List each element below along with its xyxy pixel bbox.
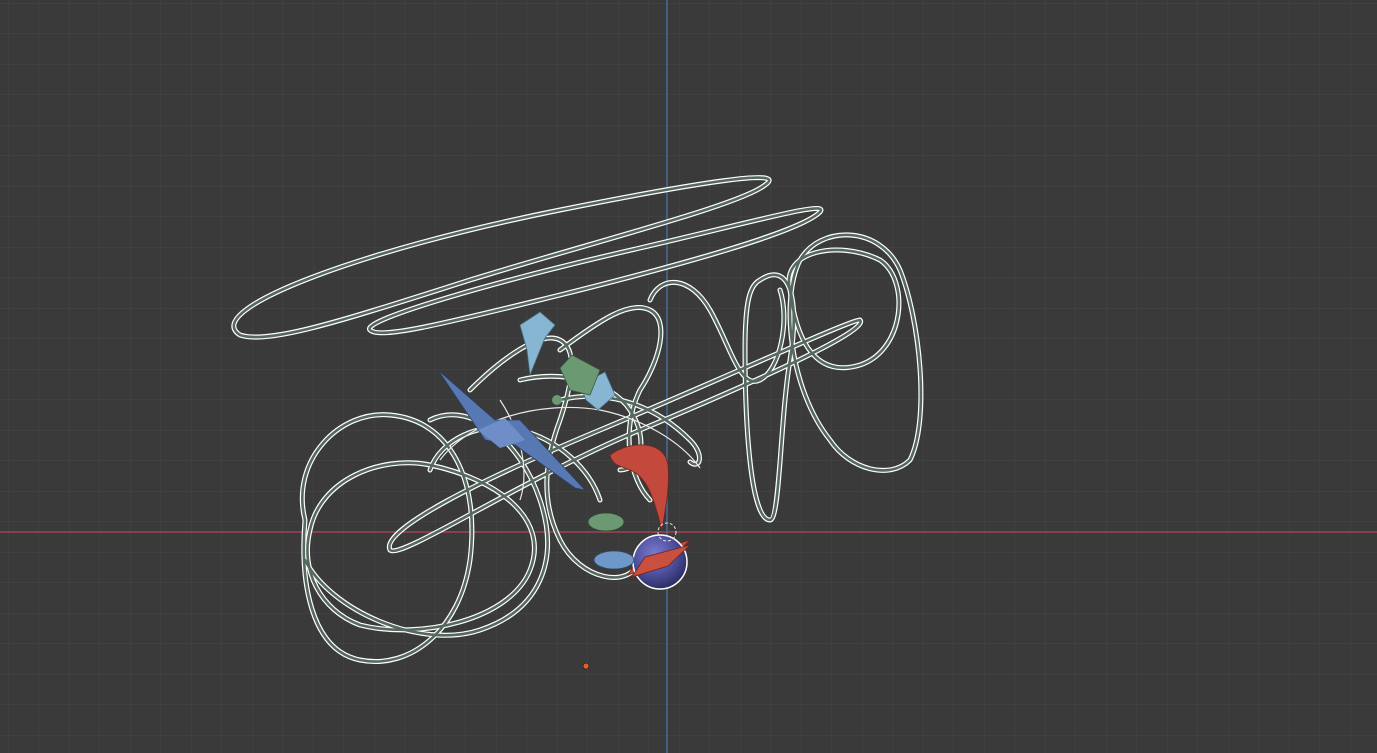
green-blob[interactable] <box>587 512 625 532</box>
3d-viewport[interactable] <box>0 0 1377 753</box>
viewport-canvas[interactable] <box>0 0 1377 753</box>
origin-marker[interactable] <box>582 662 590 670</box>
viewport-grid <box>0 0 1377 753</box>
blue-capsule[interactable] <box>593 550 635 570</box>
